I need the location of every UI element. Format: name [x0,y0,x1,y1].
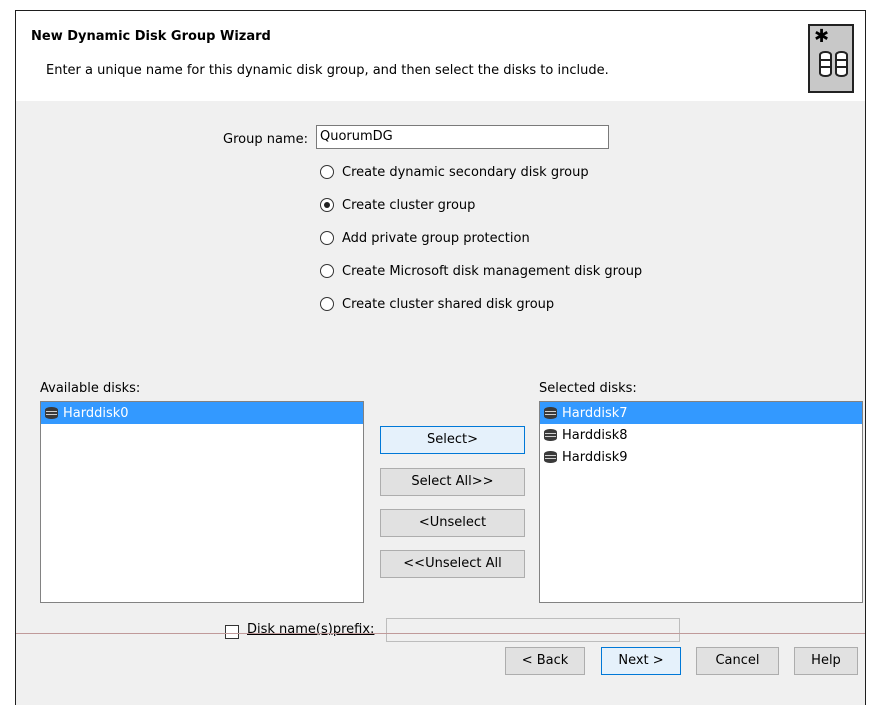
radio-button[interactable] [320,264,334,278]
radio-button[interactable] [320,198,334,212]
prefix-input[interactable] [386,618,680,642]
option-label: Create Microsoft disk management disk gr… [342,263,643,279]
help-button[interactable]: Help [794,647,858,675]
option-dynamic-secondary[interactable]: Create dynamic secondary disk group [320,162,589,182]
next-button[interactable]: Next > [601,647,681,675]
disk-label: Harddisk9 [562,449,628,465]
select-button[interactable]: Select> [380,426,525,454]
harddisk-icon [544,429,557,441]
list-item[interactable]: Harddisk8 [540,424,862,446]
prefix-checkbox[interactable] [225,625,239,639]
option-cluster-shared[interactable]: Create cluster shared disk group [320,294,554,314]
select-all-button[interactable]: Select All>> [380,468,525,496]
option-cluster-group[interactable]: Create cluster group [320,195,475,215]
available-disks-label: Available disks: [40,381,141,396]
back-button[interactable]: < Back [505,647,585,675]
wizard-title: New Dynamic Disk Group Wizard [31,29,271,44]
wizard-header: New Dynamic Disk Group Wizard Enter a un… [16,11,865,101]
disk-group-icon: ✱ [808,24,854,93]
option-microsoft-disk-management[interactable]: Create Microsoft disk management disk gr… [320,261,642,281]
group-name-label: Group name: [223,132,308,147]
option-label: Create dynamic secondary disk group [342,164,589,180]
wizard-window: New Dynamic Disk Group Wizard Enter a un… [15,10,866,705]
selected-disks-list[interactable]: Harddisk7 Harddisk8 Harddisk9 [539,401,863,603]
unselect-all-button[interactable]: <<Unselect All [380,550,525,578]
option-label: Create cluster shared disk group [342,296,555,312]
available-disks-list[interactable]: Harddisk0 [40,401,364,603]
harddisk-icon [544,407,557,419]
group-name-input[interactable]: QuorumDG [316,125,609,149]
harddisk-icon [45,407,58,419]
list-item[interactable]: Harddisk7 [540,402,862,424]
list-item[interactable]: Harddisk9 [540,446,862,468]
disk-label: Harddisk0 [63,405,129,421]
option-private-protection[interactable]: Add private group protection [320,228,530,248]
disk-label: Harddisk8 [562,427,628,443]
option-label: Add private group protection [342,230,530,246]
option-label: Create cluster group [342,197,476,213]
unselect-button[interactable]: <Unselect [380,509,525,537]
radio-button[interactable] [320,297,334,311]
prefix-label: Disk name(s)prefix: [247,622,375,637]
cancel-button[interactable]: Cancel [696,647,779,675]
disk-label: Harddisk7 [562,405,628,421]
radio-button[interactable] [320,165,334,179]
wizard-subtitle: Enter a unique name for this dynamic dis… [46,63,609,78]
harddisk-icon [544,451,557,463]
selected-disks-label: Selected disks: [539,381,637,396]
radio-button[interactable] [320,231,334,245]
footer-separator [16,633,865,634]
list-item[interactable]: Harddisk0 [41,402,363,424]
